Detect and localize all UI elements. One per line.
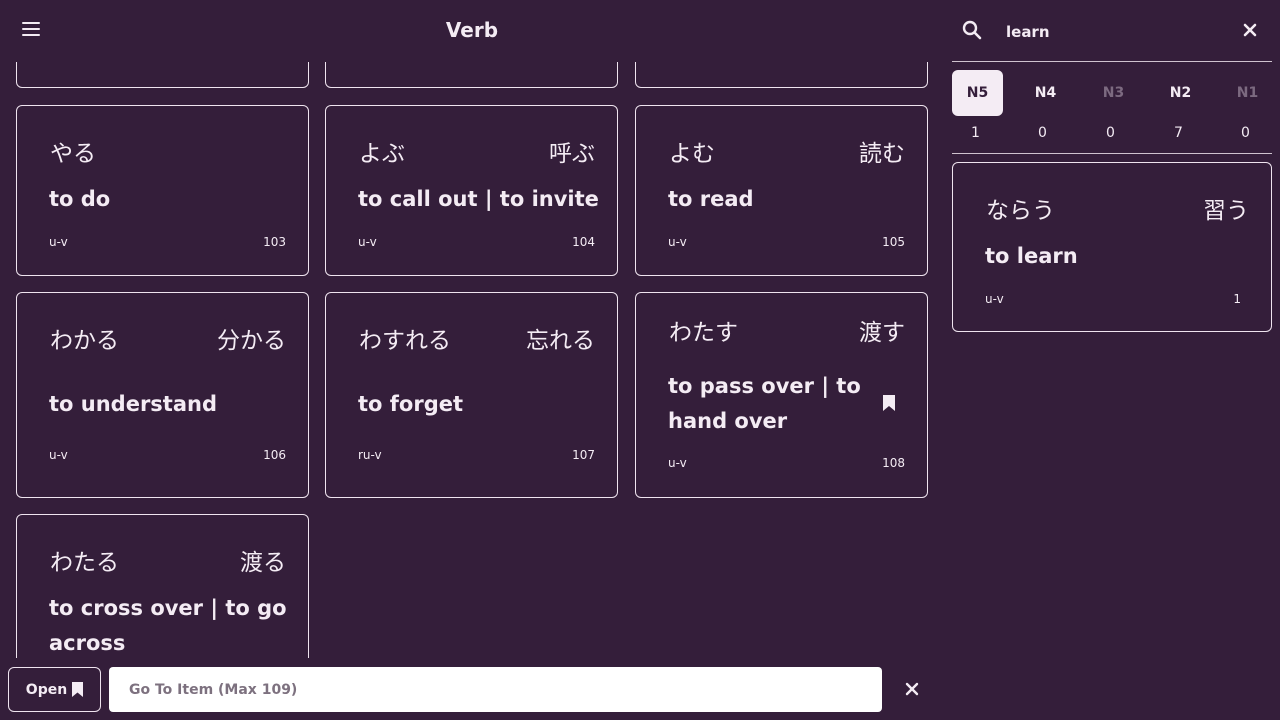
tab-n3[interactable]: N3 [1088, 70, 1139, 116]
goto-item-input[interactable] [109, 667, 882, 712]
card-number: 104 [572, 235, 595, 249]
card-kana: わすれる [359, 328, 451, 354]
search-input[interactable] [1004, 18, 1228, 46]
card-kanji: 渡す [859, 320, 905, 346]
tab-n4[interactable]: N4 [1020, 70, 1071, 116]
card-meaning: to learn [985, 244, 1078, 268]
n4-count: 0 [1038, 125, 1047, 141]
card-meaning: to cross over | to go across [49, 596, 287, 655]
card-kana: よむ [669, 141, 715, 167]
card-kana: わたす [669, 320, 738, 346]
vocab-card[interactable] [16, 62, 309, 88]
card-meaning: to call out | to invite [358, 187, 599, 211]
vocab-card[interactable] [325, 62, 618, 88]
card-meaning: to do [49, 187, 111, 211]
divider [952, 153, 1272, 154]
search-bar [944, 0, 1280, 62]
vocab-card[interactable]: よむ 読む to read u-v 105 [635, 105, 928, 276]
card-part-of-speech: u-v [668, 235, 687, 249]
card-kana: やる [50, 141, 96, 167]
vocab-card[interactable]: わたす 渡す to pass over | to hand over u-v 1… [635, 292, 928, 498]
card-part-of-speech: u-v [49, 235, 68, 249]
tab-n5[interactable]: N5 [952, 70, 1003, 116]
n2-count: 7 [1174, 125, 1183, 141]
card-grid-scroll[interactable]: やる to do u-v 103 よぶ 呼ぶ to call out | to … [0, 62, 944, 658]
card-number: 107 [572, 448, 595, 462]
card-meaning: to pass over | to hand over [668, 374, 861, 433]
vocab-card[interactable]: わかる 分かる to understand u-v 106 [16, 292, 309, 498]
card-part-of-speech: u-v [358, 235, 377, 249]
bookmark-icon[interactable] [883, 395, 895, 411]
card-kanji: 呼ぶ [549, 141, 595, 167]
tab-n2[interactable]: N2 [1155, 70, 1206, 116]
vocab-card[interactable]: わすれる 忘れる to forget ru-v 107 [325, 292, 618, 498]
search-icon[interactable] [962, 20, 982, 40]
card-kanji: 分かる [217, 328, 286, 354]
n5-count: 1 [971, 125, 980, 141]
top-bar: Verb [0, 0, 944, 62]
card-kanji: 渡る [240, 550, 286, 576]
n1-count: 0 [1241, 125, 1250, 141]
card-kana: ならう [986, 198, 1055, 224]
card-kanji: 読む [859, 141, 905, 167]
page-title: Verb [445, 18, 499, 42]
card-kana: よぶ [359, 141, 405, 167]
open-bookmarks-button[interactable]: Open [8, 667, 101, 712]
card-number: 108 [882, 456, 905, 470]
card-number: 103 [263, 235, 286, 249]
card-part-of-speech: u-v [49, 448, 68, 462]
card-number: 1 [1233, 292, 1241, 306]
open-button-label: Open [25, 681, 68, 698]
close-icon[interactable] [1240, 20, 1260, 40]
card-part-of-speech: u-v [668, 456, 687, 470]
bookmark-icon [72, 682, 84, 697]
card-kana: わたる [50, 550, 119, 576]
card-meaning: to forget [358, 392, 464, 416]
vocab-card[interactable] [635, 62, 928, 88]
card-number: 105 [882, 235, 905, 249]
vocab-card[interactable]: わたる 渡る to cross over | to go across [16, 514, 309, 658]
card-number: 106 [263, 448, 286, 462]
vocab-card[interactable]: よぶ 呼ぶ to call out | to invite u-v 104 [325, 105, 618, 276]
close-icon[interactable] [904, 681, 920, 697]
card-meaning: to understand [49, 392, 217, 416]
vocab-card[interactable]: やる to do u-v 103 [16, 105, 309, 276]
card-kanji: 忘れる [526, 328, 595, 354]
card-kana: わかる [50, 328, 119, 354]
card-part-of-speech: u-v [985, 292, 1004, 306]
search-result-card[interactable]: ならう 習う to learn u-v 1 [952, 162, 1272, 332]
card-kanji: 習う [1203, 198, 1249, 224]
tab-n1[interactable]: N1 [1222, 70, 1273, 116]
divider [952, 61, 1272, 62]
card-meaning: to read [668, 187, 754, 211]
n3-count: 0 [1106, 125, 1115, 141]
card-part-of-speech: ru-v [358, 448, 382, 462]
